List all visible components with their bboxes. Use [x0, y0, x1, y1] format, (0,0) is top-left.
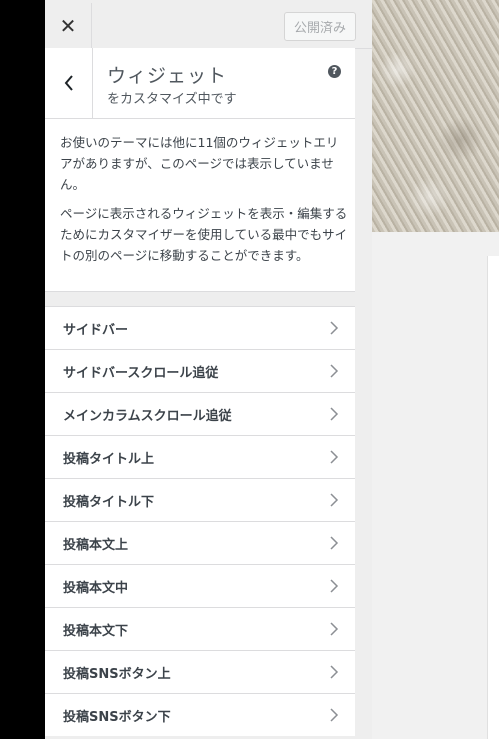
widget-area-item[interactable]: 投稿本文上 [45, 521, 355, 564]
chevron-right-icon [330, 579, 339, 593]
widget-area-label: サイドバー [63, 322, 129, 338]
preview-content-card [487, 256, 499, 739]
publish-button[interactable]: 公開済み [283, 12, 356, 41]
widget-area-item[interactable]: 投稿タイトル下 [45, 478, 355, 521]
section-subtitle: をカスタマイズ中です [107, 92, 237, 107]
chevron-right-icon [330, 450, 339, 464]
close-icon: ✕ [59, 13, 77, 38]
widget-area-item[interactable]: サイドバースクロール追従 [45, 349, 355, 392]
widget-area-item[interactable]: サイドバー [45, 306, 355, 349]
widget-area-item[interactable]: 投稿本文中 [45, 564, 355, 607]
left-margin [0, 0, 45, 739]
chevron-right-icon [330, 321, 339, 335]
section-title: ウィジェット [107, 65, 228, 87]
close-button[interactable]: ✕ [45, 3, 92, 48]
description-text: ページに表示されるウィジェットを表示・編集するためにカスタマイザーを使用している… [60, 206, 348, 263]
widget-area-label: 投稿SNSボタン下 [63, 709, 171, 725]
widget-area-item[interactable]: 投稿本文下 [45, 607, 355, 650]
section-header: ウィジェット をカスタマイズ中です ? [45, 48, 355, 119]
widget-area-label: 投稿タイトル上 [63, 451, 155, 467]
widget-area-item[interactable]: 投稿SNSボタン下 [45, 693, 355, 736]
chevron-right-icon [330, 708, 339, 722]
widget-area-label: 投稿本文下 [63, 623, 129, 639]
chevron-right-icon [330, 536, 339, 550]
widget-area-label: 投稿タイトル下 [63, 494, 155, 510]
widget-area-label: 投稿本文中 [63, 580, 129, 596]
widget-area-label: メインカラムスクロール追従 [63, 408, 232, 424]
widgets-description: お使いのテーマには他に11個のウィジェットエリアがありますが、このページでは表示… [45, 119, 355, 292]
widget-area-item[interactable]: メインカラムスクロール追従 [45, 392, 355, 435]
widget-area-list: サイドバー サイドバースクロール追従 メインカラムスクロール追従 投稿タイトル上… [45, 306, 355, 736]
chevron-right-icon [330, 493, 339, 507]
customizer-panel: ✕ 公開済み ウィジェット をカスタマイズ中です ? お使いのテーマには他に11… [45, 0, 372, 739]
widget-area-label: 投稿本文上 [63, 537, 129, 553]
chevron-right-icon [330, 364, 339, 378]
chevron-right-icon [330, 407, 339, 421]
header-image [372, 0, 499, 232]
back-button[interactable] [45, 48, 93, 118]
description-text: お使いのテーマには他に11個のウィジェットエリアがありますが、このページでは表示… [60, 135, 339, 192]
widget-area-item[interactable]: 投稿SNSボタン上 [45, 650, 355, 693]
chevron-right-icon [330, 622, 339, 636]
widget-area-label: サイドバースクロール追従 [63, 365, 219, 381]
chevron-left-icon [64, 75, 73, 91]
help-icon[interactable]: ? [328, 65, 341, 78]
customizer-topbar: ✕ 公開済み [45, 3, 372, 49]
widget-area-item[interactable]: 投稿タイトル上 [45, 435, 355, 478]
site-preview [372, 0, 499, 739]
widget-area-label: 投稿SNSボタン上 [63, 666, 171, 682]
chevron-right-icon [330, 665, 339, 679]
